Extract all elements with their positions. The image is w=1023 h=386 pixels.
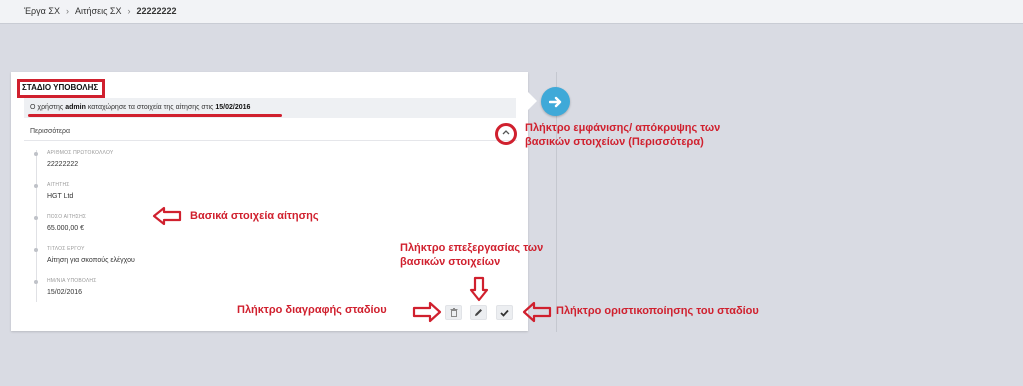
field-value: 15/02/2016	[47, 289, 83, 296]
arrow-left-icon	[152, 206, 182, 226]
info-date: 15/02/2016	[215, 104, 251, 111]
annotation-line: βασικών στοιχείων	[400, 256, 501, 268]
info-user: admin	[65, 104, 86, 111]
bullet-icon	[34, 184, 38, 188]
annotation-delete: Πλήκτρο διαγραφής σταδίου	[237, 304, 387, 316]
bullet-icon	[34, 248, 38, 252]
annotation-edit: Πλήκτρο επεξεργασίας των βασικών στοιχεί…	[400, 241, 543, 269]
field-value: HGT Ltd	[47, 193, 74, 200]
annotation-line: Πλήκτρο επεξεργασίας των	[400, 242, 544, 254]
breadcrumb-separator: ›	[65, 6, 69, 16]
check-icon	[500, 309, 509, 317]
field-label: ΑΡΙΘΜΟΣ ΠΡΩΤΟΚΟΛΛΟΥ	[47, 150, 114, 156]
annotation-line: βασικών στοιχείων (Περισσότερα)	[525, 136, 704, 148]
breadcrumb-item-applications[interactable]: Αιτήσεις ΣΧ	[75, 6, 122, 16]
info-underline	[28, 114, 282, 117]
annotation-toggle: Πλήκτρο εμφάνισης/ απόκρυψης των βασικών…	[525, 121, 720, 149]
field-label: ΑΙΤΗΤΗΣ	[47, 182, 70, 188]
arrow-down-icon	[469, 276, 489, 302]
top-bar: Έργα ΣΧ › Αιτήσεις ΣΧ › 22222222	[0, 0, 1023, 24]
pencil-icon	[475, 309, 482, 316]
breadcrumb: Έργα ΣΧ › Αιτήσεις ΣΧ › 22222222	[24, 6, 177, 16]
field-label: ΠΟΣΟ ΑΙΤΗΣΗΣ	[47, 214, 87, 220]
field-value: 65.000,00 €	[47, 225, 84, 232]
arrow-right-icon	[412, 301, 442, 323]
field-value: 22222222	[47, 161, 79, 168]
annotation-finalize: Πλήκτρο οριστικοποίησης του σταδίου	[556, 305, 759, 317]
bullet-icon	[34, 216, 38, 220]
more-label[interactable]: Περισσότερα	[30, 128, 70, 135]
edit-basic-info-button[interactable]	[470, 305, 487, 320]
breadcrumb-current: 22222222	[136, 6, 177, 16]
next-stage-button[interactable]	[541, 87, 570, 116]
bullet-icon	[34, 280, 38, 284]
delete-stage-button[interactable]	[445, 305, 462, 320]
annotation-basic-info: Βασικά στοιχεία αίτησης	[190, 210, 319, 222]
arrow-right-icon	[548, 96, 561, 107]
finalize-stage-button[interactable]	[496, 305, 513, 320]
info-text: Ο χρήστης admin καταχώρησε τα στοιχεία τ…	[30, 104, 250, 111]
breadcrumb-item-projects[interactable]: Έργα ΣΧ	[24, 6, 60, 16]
info-middle: καταχώρησε τα στοιχεία της αίτησης στις	[87, 104, 214, 111]
info-prefix: Ο χρήστης	[30, 104, 64, 111]
trash-icon	[450, 308, 457, 317]
divider	[24, 140, 517, 141]
field-label: ΗΜ/ΝΙΑ ΥΠΟΒΟΛΗΣ	[47, 278, 97, 284]
breadcrumb-separator: ›	[127, 6, 131, 16]
card-pointer	[528, 92, 537, 110]
annotation-line: Πλήκτρο εμφάνισης/ απόκρυψης των	[525, 122, 721, 134]
bullet-icon	[34, 152, 38, 156]
field-label: ΤΙΤΛΟΣ ΕΡΓΟΥ	[47, 246, 85, 252]
toggle-highlight-circle	[495, 123, 517, 145]
field-value: Αίτηση για σκοπούς ελέγχου	[47, 257, 135, 264]
stage-title-highlight	[17, 79, 105, 98]
arrow-left-icon	[522, 301, 552, 323]
